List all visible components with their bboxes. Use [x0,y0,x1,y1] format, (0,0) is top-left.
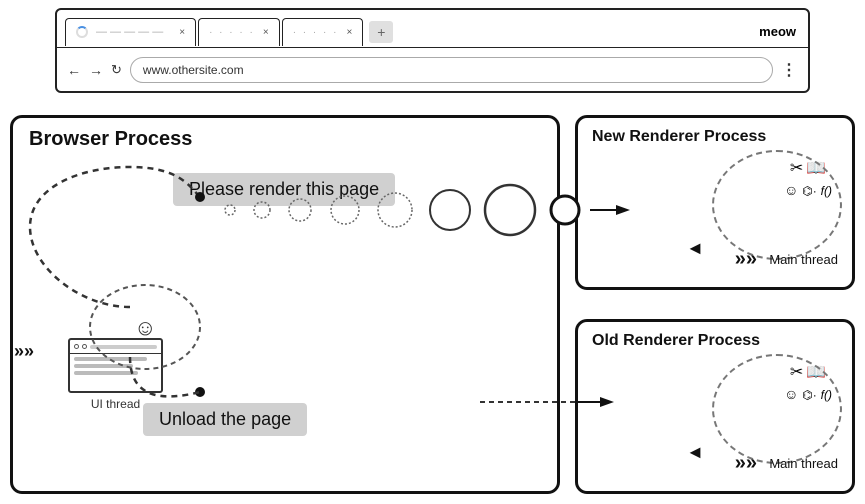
browser-nav: ← → ↻ www.othersite.com ⋮ [57,48,808,92]
tab-2-close[interactable]: × [263,27,269,38]
old-renderer-oval [712,354,842,464]
browser-process-label: Browser Process [29,128,192,151]
menu-button[interactable]: ⋮ [781,60,798,80]
old-renderer-label: Old Renderer Process [592,332,760,350]
unload-message-text: Unload the page [159,409,291,429]
ui-thread-area: UI thread [68,338,163,411]
win-line-1 [74,357,147,361]
address-text: www.othersite.com [143,63,244,77]
win-line-3 [74,371,138,375]
win-addressbar [90,345,157,349]
refresh-button[interactable]: ↻ [111,62,122,78]
browser-tabs: — — — — — × · · · · · × · · · · · × + me… [57,10,808,48]
tab-2[interactable]: · · · · · × [198,18,280,46]
new-renderer-chevrons: »» [735,248,757,271]
old-renderer-chevrons: »» [735,452,757,475]
window-titlebar [70,340,161,354]
tab-3[interactable]: · · · · · × [282,18,364,46]
win-dot-1 [74,344,79,349]
tab-1-close[interactable]: × [179,27,185,38]
tab-meow-label: meow [759,24,800,39]
win-dot-2 [82,344,87,349]
new-renderer-main-thread-label: Main thread [769,252,838,267]
browser-process-box: Browser Process Please render this page … [10,115,560,494]
old-renderer-main-thread-label: Main thread [769,456,838,471]
browser-chrome: — — — — — × · · · · · × · · · · · × + me… [55,8,810,93]
win-line-2 [74,364,133,368]
new-tab-button[interactable]: + [369,21,393,43]
tab-loading-icon [76,26,88,38]
unload-message-box: Unload the page [143,403,307,436]
new-renderer-box: New Renderer Process ✂ 📖 ☺ ⌬· f() Main t… [575,115,855,290]
browser-window-icon [68,338,163,393]
diagram: Browser Process Please render this page … [0,105,865,504]
render-message-text: Please render this page [189,179,379,199]
old-renderer-arrow: ◄ [686,442,704,463]
back-button[interactable]: ← [67,62,81,78]
forward-button[interactable]: → [89,62,103,78]
tab-3-close[interactable]: × [346,27,352,38]
new-renderer-oval [712,150,842,260]
new-renderer-arrow: ◄ [686,238,704,259]
ui-thread-label: UI thread [68,397,163,411]
tab-1[interactable]: — — — — — × [65,18,196,46]
address-bar[interactable]: www.othersite.com [130,57,773,83]
new-renderer-label: New Renderer Process [592,128,766,146]
old-renderer-box: Old Renderer Process ✂ 📖 ☺ ⌬· f() Main t… [575,319,855,494]
render-message-box: Please render this page [173,173,395,206]
